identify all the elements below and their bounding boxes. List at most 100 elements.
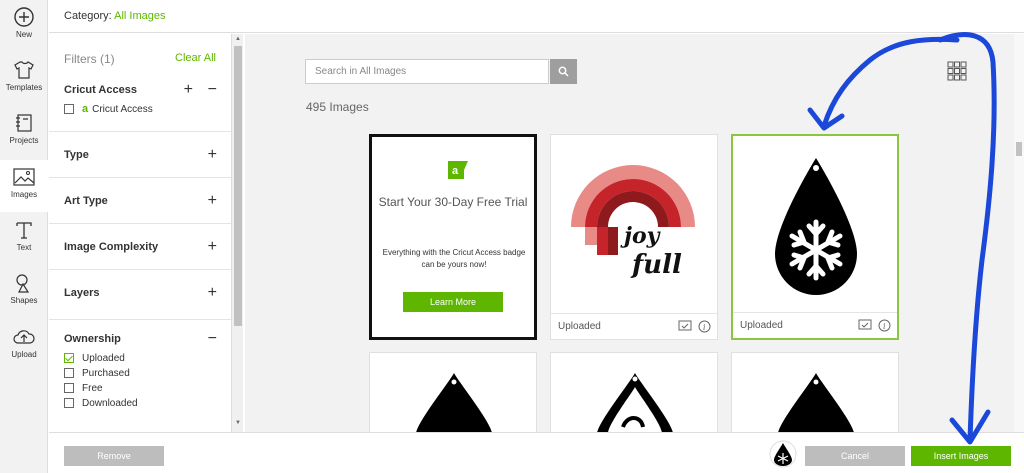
ownership-option-purchased[interactable]: Purchased [64,367,130,379]
section-title: Art Type [64,195,108,207]
minus-icon[interactable]: − [208,331,217,347]
filter-section-layers[interactable]: Layers + [49,269,231,315]
plus-icon[interactable]: + [208,147,217,163]
nav-shapes[interactable]: Shapes [0,266,48,318]
nav-templates[interactable]: Templates [0,53,48,105]
section-title: Image Complexity [64,241,159,253]
nav-projects-label: Projects [9,136,39,145]
image-card[interactable] [369,352,537,432]
remove-button[interactable]: Remove [64,446,164,466]
text-t-icon [16,222,32,239]
section-title: Layers [64,287,100,299]
scrollbar-thumb[interactable] [1016,142,1022,156]
plus-icon[interactable]: + [208,285,217,301]
info-icon[interactable]: i [878,319,891,332]
cloud-upload-icon [13,330,35,344]
image-card[interactable] [550,352,718,432]
checkbox-label: Free [82,382,103,394]
checkbox[interactable] [64,104,74,114]
search-input[interactable]: Search in All Images [305,59,549,84]
image-card[interactable]: joy full Uploaded i [550,134,718,340]
clear-all-link[interactable]: Clear All [175,52,216,64]
checkbox[interactable] [64,383,74,393]
info-icon[interactable]: i [698,320,711,333]
nav-projects[interactable]: Projects [0,106,48,158]
nav-new-label: New [15,30,32,39]
filters-scrollbar[interactable]: ▲ ▼ [231,34,243,432]
filters-title: Filters (1) [64,52,115,66]
tshirt-icon [14,61,34,79]
minus-icon[interactable]: − [208,82,217,98]
teardrop-earring-image [416,373,492,432]
plus-icon[interactable]: + [208,193,217,209]
checkbox[interactable] [64,368,74,378]
card-label: Uploaded [558,321,601,332]
promo-text: Everything with the Cricut Access badge … [382,248,526,269]
card-label: Uploaded [740,320,783,331]
teardrop-earring-image [778,373,854,432]
checkbox-label: Downloaded [82,397,138,409]
checkbox-checked[interactable] [64,353,74,363]
results-scrollbar[interactable] [1014,34,1024,432]
nav-new[interactable]: New [0,0,48,52]
nav-text[interactable]: Text [0,213,48,265]
svg-text:i: i [883,322,886,331]
image-card[interactable] [731,352,899,432]
left-nav-rail: New Templates Projects Images Text Shape… [0,0,48,473]
joy-full-rainbow-image: joy full [571,165,695,280]
ownership-option-downloaded[interactable]: Downloaded [64,397,138,409]
promo-title: Start Your 30-Day Free Trial [378,195,528,209]
checkbox[interactable] [64,398,74,408]
svg-text:full: full [630,250,682,280]
cricut-access-logo-icon: a [448,161,468,179]
check-card-icon[interactable] [678,320,692,332]
cricut-access-checkbox[interactable]: a Cricut Access [64,103,153,115]
nav-upload[interactable]: Upload [0,320,48,372]
plus-icon[interactable]: + [184,82,193,98]
search-button[interactable] [550,59,577,84]
action-bar: Remove Cancel Insert Images [49,432,1024,473]
cancel-button[interactable]: Cancel [805,446,905,466]
ownership-option-free[interactable]: Free [64,382,103,394]
learn-more-button[interactable]: Learn More [403,292,503,312]
cricut-access-promo-card: a Start Your 30-Day Free Trial Everythin… [369,134,537,340]
teardrop-outline-image [597,373,673,432]
card-footer: Uploaded i [733,312,897,338]
svg-text:a: a [452,165,459,177]
section-title: Cricut Access [64,84,137,96]
scroll-down-icon[interactable]: ▼ [235,420,241,426]
cricut-access-badge-icon: a [82,103,89,115]
card-footer: Uploaded i [551,313,717,339]
insert-images-button[interactable]: Insert Images [911,446,1011,466]
nav-text-label: Text [16,243,32,252]
nav-upload-label: Upload [11,350,37,359]
category-value[interactable]: All Images [114,10,165,22]
filter-section-art-type[interactable]: Art Type + [49,177,231,223]
svg-text:joy: joy [620,223,662,249]
checkbox-label: Uploaded [82,352,125,364]
nav-images[interactable]: Images [0,160,48,212]
ownership-option-uploaded[interactable]: Uploaded [64,352,125,364]
nav-images-label: Images [10,190,38,199]
selected-image-thumbnail[interactable] [769,440,797,468]
checkbox-label: Purchased [82,367,130,379]
category-label: Category: [64,10,112,22]
nav-templates-label: Templates [5,83,43,92]
scrollbar-thumb[interactable] [234,46,242,326]
scroll-up-icon[interactable]: ▲ [235,36,241,42]
filter-section-type[interactable]: Type + [49,131,231,177]
category-bar: Category: All Images [49,0,1024,33]
filter-section-image-complexity[interactable]: Image Complexity + [49,223,231,269]
check-card-icon[interactable] [858,319,872,331]
nav-shapes-label: Shapes [10,296,38,305]
notebook-icon [16,114,32,132]
shapes-icon [16,274,30,293]
grid-view-icon[interactable] [947,61,967,81]
image-icon [13,168,35,186]
filter-section-cricut-access: Cricut Access + − a Cricut Access [49,79,231,125]
filter-section-ownership: Ownership − Uploaded Purchased Free Down… [49,319,231,432]
search-icon [558,66,569,77]
image-card-selected[interactable]: Uploaded i [731,134,899,340]
svg-text:i: i [703,323,706,332]
plus-icon[interactable]: + [208,239,217,255]
